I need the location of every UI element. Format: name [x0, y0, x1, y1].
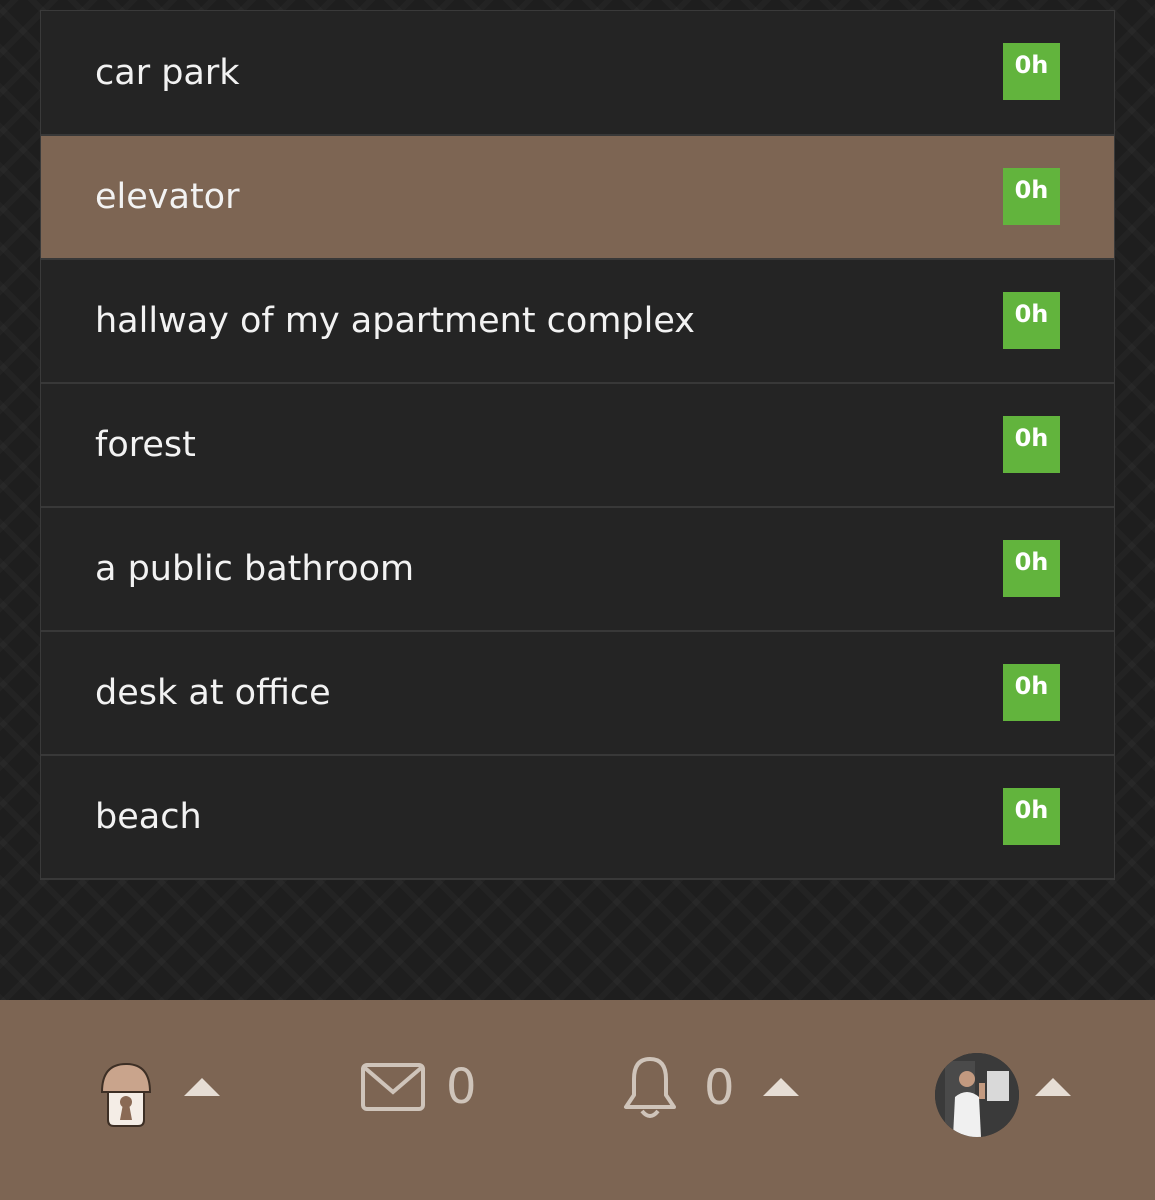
list-item-desk-at-office[interactable]: desk at office 0h — [41, 632, 1114, 756]
list-item-hallway[interactable]: hallway of my apartment complex 0h — [41, 260, 1114, 384]
hours-badge: 0h — [1003, 43, 1060, 100]
list-item-elevator[interactable]: elevator 0h — [41, 136, 1114, 260]
avatar[interactable] — [935, 1053, 1019, 1137]
list-item-label: a public bathroom — [95, 549, 415, 589]
list-item-car-park[interactable]: car park 0h — [41, 11, 1114, 136]
list-item-beach[interactable]: beach 0h — [41, 756, 1114, 880]
hours-badge: 0h — [1003, 292, 1060, 349]
notifications-button[interactable]: 0 — [620, 1055, 735, 1121]
list-item-label: car park — [95, 52, 240, 93]
list-item-label: hallway of my apartment complex — [95, 301, 695, 341]
messages-button[interactable]: 0 — [360, 1062, 477, 1112]
profile-menu-caret-icon[interactable] — [1035, 1078, 1071, 1096]
list-item-label: desk at office — [95, 673, 331, 713]
list-item-public-bathroom[interactable]: a public bathroom 0h — [41, 508, 1114, 632]
room-list: car park 0h elevator 0h hallway of my ap… — [40, 10, 1115, 880]
hours-badge: 0h — [1003, 540, 1060, 597]
list-item-label: elevator — [95, 177, 240, 217]
profile-photo — [935, 1053, 1019, 1137]
home-button[interactable] — [98, 1058, 154, 1130]
bottom-navigation-bar: 0 0 — [0, 1000, 1155, 1200]
notifications-menu-caret-icon[interactable] — [763, 1078, 799, 1096]
messages-count: 0 — [446, 1059, 477, 1115]
bell-icon — [624, 1057, 676, 1118]
home-menu-caret-icon[interactable] — [184, 1078, 220, 1096]
notifications-count: 0 — [704, 1060, 735, 1116]
list-item-label: beach — [95, 797, 202, 837]
mushroom-house-icon — [100, 1062, 152, 1127]
hours-badge: 0h — [1003, 168, 1060, 225]
envelope-icon — [361, 1063, 425, 1111]
list-item-label: forest — [95, 425, 196, 465]
list-item-forest[interactable]: forest 0h — [41, 384, 1114, 508]
hours-badge: 0h — [1003, 664, 1060, 721]
hours-badge: 0h — [1003, 788, 1060, 845]
hours-badge: 0h — [1003, 416, 1060, 473]
